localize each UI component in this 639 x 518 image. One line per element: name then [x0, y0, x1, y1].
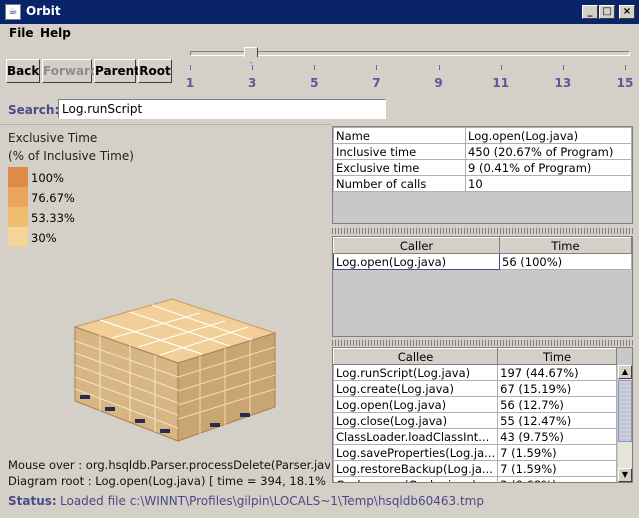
parent-button[interactable]: Parent	[94, 59, 140, 83]
legend-subtitle: (% of Inclusive Time)	[8, 149, 134, 163]
slider-tick-label: 13	[554, 76, 572, 90]
callee-name[interactable]: Log.restoreBackup(Log.ja...	[333, 460, 499, 477]
callee-name[interactable]: ClassLoader.loadClassInt...	[333, 428, 499, 445]
callee-name[interactable]: Log.create(Log.java)	[333, 380, 499, 397]
slider-thumb[interactable]	[244, 47, 258, 63]
callee-row[interactable]: Log.open(Log.java) 56 (12.7%)	[333, 396, 617, 413]
slider-tick-label: 9	[434, 76, 443, 90]
slider-tick	[314, 65, 316, 70]
properties-table: Name Log.open(Log.java) Inclusive time 450 …	[332, 126, 633, 224]
callee-row[interactable]: Log.runScript(Log.java) 197 (44.67%)	[333, 364, 617, 381]
slider-tick	[500, 65, 502, 70]
callee-row[interactable]: ClassLoader.loadClassInt... 43 (9.75%)	[333, 428, 617, 445]
callee-scrollbar[interactable]: ▲ ▼	[618, 365, 632, 482]
search-input[interactable]	[58, 99, 386, 119]
slider-tick-label: 15	[616, 76, 634, 90]
property-key[interactable]: Exclusive time	[333, 159, 466, 176]
window-title: Orbit	[26, 4, 61, 18]
scroll-thumb[interactable]	[618, 380, 632, 442]
callee-name[interactable]: Log.runScript(Log.java)	[333, 364, 499, 381]
property-row[interactable]: Inclusive time 450 (20.67% of Program)	[333, 143, 632, 160]
property-row[interactable]: Number of calls 10	[333, 175, 632, 192]
minimize-button[interactable]: _	[582, 5, 598, 19]
caller-table: Caller Time Log.open(Log.java) 56 (100%)	[332, 236, 633, 337]
callee-time[interactable]: 55 (12.47%)	[497, 412, 617, 429]
callee-name[interactable]: Log.saveProperties(Log.ja...	[333, 444, 499, 461]
caller-row[interactable]: Log.open(Log.java) 56 (100%)	[333, 253, 632, 270]
legend-label-2: 53.33%	[31, 211, 75, 225]
property-row[interactable]: Exclusive time 9 (0.41% of Program)	[333, 159, 632, 176]
property-value[interactable]: 450 (20.67% of Program)	[465, 143, 632, 160]
slider-tick	[625, 65, 626, 70]
menu-help[interactable]: Help	[40, 26, 71, 40]
callee-row[interactable]: Cache.open(Cache.java)3 (0.68%)	[333, 476, 617, 482]
callee-time[interactable]: 3 (0.68%)	[497, 476, 617, 482]
callee-row[interactable]: Log.saveProperties(Log.ja... 7 (1.59%)	[333, 444, 617, 461]
close-button[interactable]: ×	[619, 5, 635, 19]
legend-swatch-3	[8, 227, 28, 247]
property-value[interactable]: 9 (0.41% of Program)	[465, 159, 632, 176]
search-label: Search:	[8, 103, 60, 117]
legend-swatch-1	[8, 187, 28, 207]
status-label: Status:	[8, 494, 57, 508]
slider-tick	[562, 65, 564, 70]
java-cup-icon: ☕	[5, 4, 21, 20]
caller-time[interactable]: 56 (100%)	[499, 253, 632, 270]
root-button[interactable]: Root	[138, 59, 172, 83]
callee-header[interactable]: Callee	[333, 348, 499, 365]
treemap-panel: Exclusive Time (% of Inclusive Time) 100…	[0, 124, 331, 488]
title-bar: ☕ Orbit _ □ ×	[0, 0, 639, 24]
callee-time[interactable]: 197 (44.67%)	[497, 364, 617, 381]
legend-label-3: 30%	[31, 231, 57, 245]
diagram-root-info: Diagram root : Log.open(Log.java) [ time…	[8, 474, 330, 488]
callee-time[interactable]: 67 (15.19%)	[497, 380, 617, 397]
callee-name[interactable]: Log.close(Log.java)	[333, 412, 499, 429]
scroll-up-icon[interactable]: ▲	[618, 365, 632, 379]
slider-tick	[190, 65, 191, 70]
slider-tick-label: 11	[492, 76, 510, 90]
callee-time[interactable]: 7 (1.59%)	[497, 460, 617, 477]
slider-tick-label: 1	[185, 76, 195, 90]
slider-tick	[252, 65, 254, 70]
callee-time-header[interactable]: Time	[497, 348, 617, 365]
back-button[interactable]: Back	[6, 59, 40, 83]
slider-tick-label: 3	[247, 76, 257, 90]
callee-row[interactable]: Log.create(Log.java) 67 (15.19%)	[333, 380, 617, 397]
splitter-1[interactable]	[332, 228, 633, 234]
property-value[interactable]: 10	[465, 175, 632, 192]
callee-time[interactable]: 43 (9.75%)	[497, 428, 617, 445]
slider-tick-label: 5	[310, 76, 319, 90]
property-key[interactable]: Number of calls	[333, 175, 466, 192]
legend-title: Exclusive Time	[8, 131, 98, 145]
caller-name[interactable]: Log.open(Log.java)	[333, 253, 500, 270]
callee-name[interactable]: Log.open(Log.java)	[333, 396, 499, 413]
forward-button[interactable]: Forward	[42, 59, 99, 83]
slider-tick	[376, 65, 378, 70]
caller-header[interactable]: Caller	[333, 237, 500, 254]
menu-file[interactable]: File	[9, 26, 34, 40]
legend-swatch-2	[8, 207, 28, 227]
callee-table: Callee Time Log.runScript(Log.java) 197 (…	[332, 347, 633, 483]
callee-time[interactable]: 56 (12.7%)	[497, 396, 617, 413]
treemap-3d[interactable]	[60, 295, 335, 455]
legend-label-1: 76.67%	[31, 191, 75, 205]
callee-time[interactable]: 7 (1.59%)	[497, 444, 617, 461]
callee-row[interactable]: Log.close(Log.java) 55 (12.47%)	[333, 412, 617, 429]
status-message: Loaded file c:\WINNT\Profiles\gilpin\LOC…	[60, 494, 484, 508]
property-row[interactable]: Name Log.open(Log.java)	[333, 127, 632, 144]
property-key[interactable]: Name	[333, 127, 466, 144]
slider-tick	[438, 65, 440, 70]
slider-tick-label: 7	[372, 76, 381, 90]
property-key[interactable]: Inclusive time	[333, 143, 466, 160]
scroll-down-icon[interactable]: ▼	[618, 468, 632, 482]
callee-name[interactable]: Cache.open(Cache.java)	[333, 476, 499, 482]
callee-row[interactable]: Log.restoreBackup(Log.ja... 7 (1.59%)	[333, 460, 617, 477]
mouse-over-info: Mouse over : org.hsqldb.Parser.processDe…	[8, 458, 330, 472]
legend-label-0: 100%	[31, 171, 64, 185]
splitter-2[interactable]	[332, 340, 633, 346]
caller-time-header[interactable]: Time	[499, 237, 632, 254]
property-value[interactable]: Log.open(Log.java)	[465, 127, 632, 144]
maximize-button[interactable]: □	[599, 5, 615, 19]
legend-swatch-0	[8, 167, 28, 187]
